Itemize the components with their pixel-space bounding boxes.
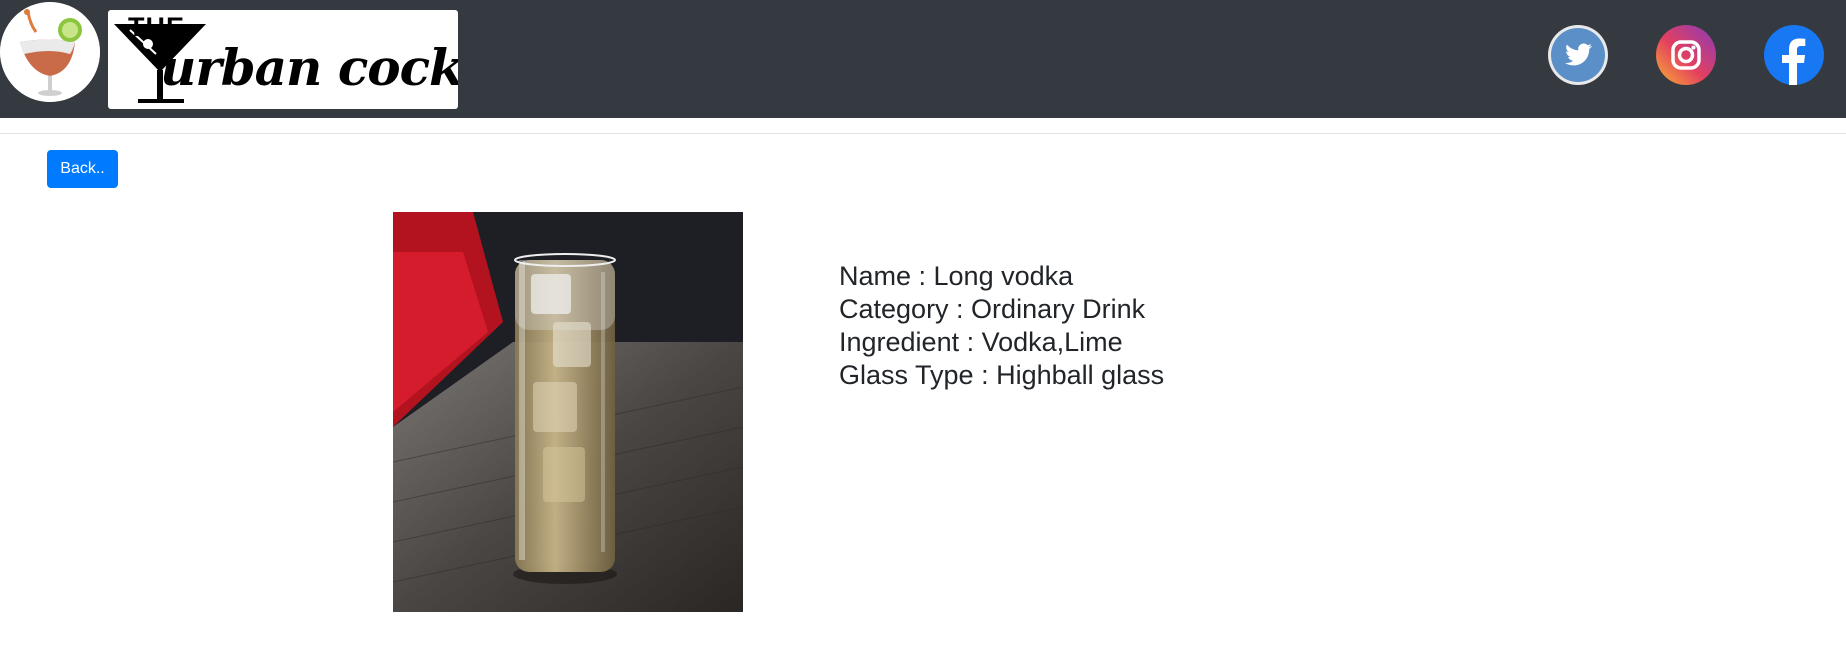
twitter-icon xyxy=(1548,25,1608,85)
facebook-link[interactable] xyxy=(1764,25,1824,85)
cocktail-logo-icon xyxy=(0,2,100,102)
instagram-icon xyxy=(1656,25,1716,85)
drink-glass-type: Glass Type : Highball glass xyxy=(839,360,1165,390)
drink-image xyxy=(393,212,743,612)
back-button[interactable]: Back.. xyxy=(47,150,118,188)
header-divider xyxy=(0,133,1846,134)
navbar: THE urban cocktail xyxy=(0,0,1846,118)
site-logo[interactable] xyxy=(0,2,100,102)
facebook-icon xyxy=(1764,25,1824,85)
highball-drink-photo xyxy=(393,212,743,612)
drink-name: Name : Long vodka xyxy=(839,261,1074,291)
brand-script: urban cocktail xyxy=(160,38,458,97)
drink-ingredient: Ingredient : Vodka,Lime xyxy=(839,327,1123,357)
twitter-link[interactable] xyxy=(1548,25,1608,85)
drink-details: Name : Long vodka Category : Ordinary Dr… xyxy=(839,260,1164,392)
drink-category: Category : Ordinary Drink xyxy=(839,294,1146,324)
brand-logo[interactable]: THE urban cocktail xyxy=(108,10,458,109)
instagram-link[interactable] xyxy=(1656,25,1716,85)
